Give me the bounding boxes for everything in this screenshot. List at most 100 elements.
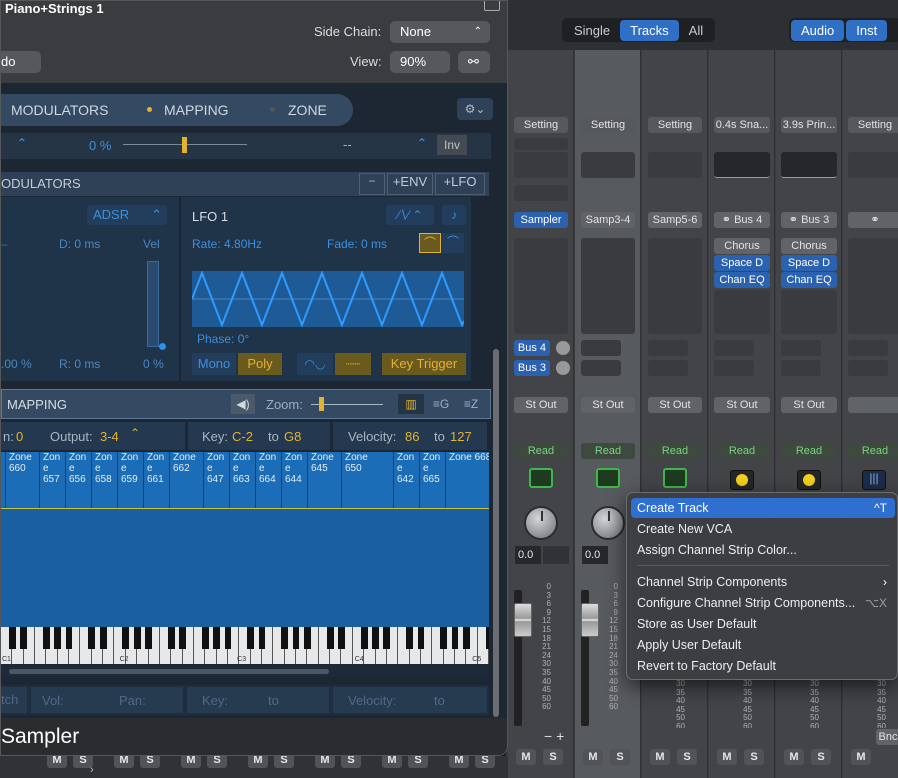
automation-read[interactable]: Read xyxy=(581,443,635,459)
mute-button[interactable]: M xyxy=(516,749,536,765)
add-lfo-button[interactable]: +LFO xyxy=(435,173,485,195)
volume-value[interactable]: 0.0 xyxy=(515,546,541,564)
zone-cell[interactable]: Zone 645 xyxy=(307,452,341,508)
piano-black-key[interactable] xyxy=(42,627,50,649)
tab-single[interactable]: Single xyxy=(564,20,620,41)
automation-read[interactable]: Read xyxy=(514,443,568,459)
piano-black-key[interactable] xyxy=(292,627,300,649)
eq-slot[interactable] xyxy=(648,152,702,178)
piano-black-key[interactable] xyxy=(304,627,311,649)
key-to-value[interactable]: G8 xyxy=(284,429,301,444)
zone-cell[interactable]: Zon e 656 xyxy=(65,452,91,508)
tab-tracks[interactable]: Tracks xyxy=(620,19,679,41)
mute-button[interactable]: M xyxy=(650,749,670,765)
piano-black-key[interactable] xyxy=(440,627,447,649)
input-slot-bus3[interactable]: ⚭ Bus 3 xyxy=(781,212,837,228)
insert-space-d[interactable]: Space D xyxy=(714,255,770,271)
eq-slot[interactable] xyxy=(514,152,568,178)
menu-item-strip-components[interactable]: Channel Strip Components › xyxy=(631,572,895,592)
automation-read[interactable]: Read xyxy=(848,443,898,459)
waveform-icon[interactable]: ||| xyxy=(862,470,886,490)
eq-thumbnail[interactable] xyxy=(714,152,770,178)
pan-knob[interactable] xyxy=(524,506,558,540)
zone-cell[interactable]: Zon e 644 xyxy=(281,452,307,508)
invert-button[interactable]: Inv xyxy=(437,135,467,155)
automation-read[interactable]: Read xyxy=(781,443,837,459)
piano-black-key[interactable] xyxy=(383,627,391,649)
input-slot-6[interactable]: ⚭ xyxy=(848,212,898,228)
piano-black-key[interactable] xyxy=(213,627,221,649)
input-slot-samp5-6[interactable]: Samp5-6 xyxy=(648,212,702,228)
vertical-scrollbar[interactable] xyxy=(493,349,499,717)
insert-chan-eq[interactable]: Chan EQ xyxy=(781,272,837,288)
zone-cell[interactable]: Zone 668 xyxy=(445,452,489,508)
velocity-slider[interactable] xyxy=(147,261,159,347)
link-button[interactable]: ⚯ xyxy=(458,51,490,73)
undo-button[interactable]: do xyxy=(1,51,41,73)
eq-slot[interactable] xyxy=(581,152,635,178)
mono-button[interactable]: Mono xyxy=(192,353,236,375)
zone-cell[interactable]: Zon e 665 xyxy=(419,452,445,508)
menu-item-create-track[interactable]: Create Track ^T xyxy=(631,498,895,518)
output-slot[interactable]: St Out xyxy=(648,397,702,413)
setting-button-2[interactable]: Setting xyxy=(581,117,635,133)
solo-button[interactable]: S xyxy=(677,749,697,765)
sampler-track-icon[interactable] xyxy=(663,468,687,488)
send-level-knob[interactable] xyxy=(556,341,570,355)
insert-chorus[interactable]: Chorus xyxy=(781,238,837,254)
chevron-updown-icon[interactable]: ⌃ xyxy=(417,136,427,150)
piano-black-key[interactable] xyxy=(20,627,28,649)
solo-button[interactable]: S xyxy=(610,749,630,765)
zone-cell[interactable]: Zon e 664 xyxy=(255,452,281,508)
send-slot[interactable] xyxy=(648,340,688,356)
piano-black-key[interactable] xyxy=(451,627,459,649)
piano-keyboard[interactable]: C1 C2 C3 C4 C5 xyxy=(1,627,489,664)
audio-fx-area[interactable] xyxy=(848,238,898,334)
piano-black-key[interactable] xyxy=(65,627,73,649)
piano-black-key[interactable] xyxy=(145,627,152,649)
aux-track-icon[interactable] xyxy=(730,470,754,490)
volume-fader[interactable] xyxy=(514,603,532,637)
send-slot[interactable] xyxy=(781,340,821,356)
side-chain-select[interactable]: None ⌃ xyxy=(390,21,490,43)
envelope-type-select[interactable]: ADSR ⌃ xyxy=(87,205,167,225)
send-slot[interactable] xyxy=(581,360,621,376)
setting-button-4[interactable]: 0.4s Sna... xyxy=(714,117,770,133)
piano-black-key[interactable] xyxy=(247,627,255,649)
send-bus4[interactable]: Bus 4 xyxy=(514,340,550,356)
sampler-track-icon[interactable] xyxy=(529,468,553,488)
tab-zone[interactable]: ZONE xyxy=(288,102,327,118)
tab-all[interactable]: All xyxy=(679,20,713,41)
add-env-button[interactable]: +ENV xyxy=(387,173,433,195)
chevron-right-icon[interactable]: › xyxy=(90,764,94,776)
mute-button[interactable]: M xyxy=(851,749,871,765)
zone-cell[interactable]: Zone 662 xyxy=(169,452,203,508)
zone-cell[interactable]: Zone 650 xyxy=(341,452,393,508)
piano-black-key[interactable] xyxy=(54,627,62,649)
send-slot[interactable] xyxy=(714,360,754,376)
zone-cell[interactable]: Zon e 657 xyxy=(39,452,65,508)
volume-fader[interactable] xyxy=(581,603,599,637)
piano-black-key[interactable] xyxy=(88,627,96,649)
input-slot-samp3-4[interactable]: Samp3-4 xyxy=(581,212,635,228)
output-slot[interactable]: St Out xyxy=(781,397,837,413)
menu-item-configure-components[interactable]: Configure Channel Strip Components... ⌥X xyxy=(631,593,895,613)
fade-out-icon[interactable]: ⌒ xyxy=(442,233,464,253)
filter-audio[interactable]: Audio xyxy=(791,19,845,41)
piano-black-key[interactable] xyxy=(167,627,175,649)
piano-black-key[interactable] xyxy=(201,627,209,649)
pan-value[interactable] xyxy=(543,546,569,564)
menu-item-apply-default[interactable]: Apply User Default xyxy=(631,635,895,655)
piano-black-key[interactable] xyxy=(406,627,413,649)
lfo-waveform-select[interactable]: ∕∖∕ ⌃ xyxy=(386,205,434,225)
piano-black-key[interactable] xyxy=(179,627,186,649)
input-slot-bus4[interactable]: ⚭ Bus 4 xyxy=(714,212,770,228)
midi-fx-slot[interactable] xyxy=(514,185,568,201)
send-level-knob[interactable] xyxy=(556,361,570,375)
automation-read[interactable]: Read xyxy=(648,443,702,459)
zone-cell[interactable]: Zone 660 xyxy=(5,452,39,508)
insert-chorus[interactable]: Chorus xyxy=(714,238,770,254)
zone-cell[interactable]: Zon e 659 xyxy=(117,452,143,508)
audio-fx-area[interactable] xyxy=(648,238,702,334)
send-slot[interactable] xyxy=(781,360,821,376)
